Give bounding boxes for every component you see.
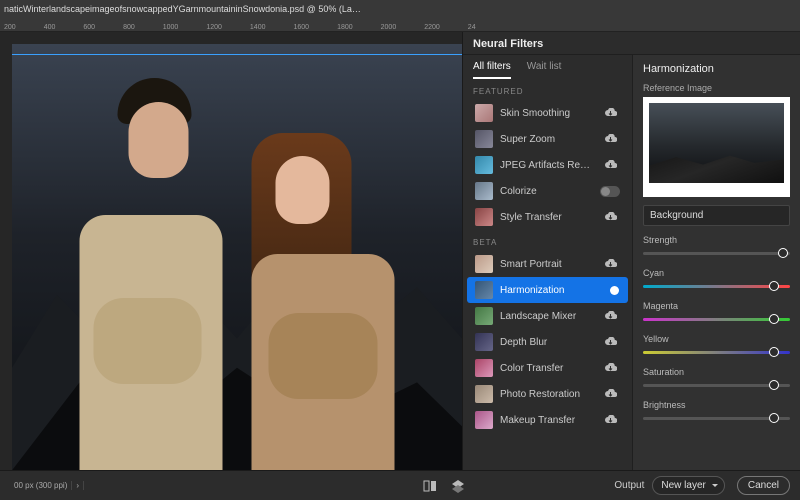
neural-filters-panel: Neural Filters All filters Wait list Fea…	[462, 32, 800, 470]
filter-smart-portrait[interactable]: Smart Portrait	[467, 251, 628, 277]
filter-label: Colorize	[500, 186, 593, 197]
filter-color-transfer[interactable]: Color Transfer	[467, 355, 628, 381]
filter-label: JPEG Artifacts Removal	[500, 160, 593, 171]
filter-label: Photo Restoration	[500, 389, 593, 400]
person-male	[62, 78, 238, 470]
filter-detail-column: Harmonization Reference Image Background…	[633, 55, 800, 470]
canvas-image	[12, 44, 462, 470]
cancel-button[interactable]: Cancel	[737, 476, 790, 495]
filter-label: Super Zoom	[500, 134, 593, 145]
download-cloud-icon[interactable]	[600, 259, 620, 269]
filter-makeup-transfer[interactable]: Makeup Transfer	[467, 407, 628, 433]
ruler-mark: 400	[44, 24, 56, 31]
download-cloud-icon[interactable]	[600, 134, 620, 144]
filter-style-transfer[interactable]: Style Transfer	[467, 204, 628, 230]
filter-depth-blur[interactable]: Depth Blur	[467, 329, 628, 355]
slider-label-saturation: Saturation	[643, 367, 790, 377]
download-cloud-icon[interactable]	[600, 108, 620, 118]
download-cloud-icon[interactable]	[600, 212, 620, 222]
filters-column: All filters Wait list Featured Skin Smoo…	[463, 55, 633, 470]
ruler-mark: 2000	[381, 24, 397, 31]
filter-label: Color Transfer	[500, 363, 593, 374]
slider-label-strength: Strength	[643, 235, 790, 245]
filter-skin-smoothing[interactable]: Skin Smoothing	[467, 100, 628, 126]
slider-yellow[interactable]	[643, 346, 790, 358]
filter-landscape-mixer[interactable]: Landscape Mixer	[467, 303, 628, 329]
reference-image-label: Reference Image	[643, 83, 790, 93]
tab-wait-list[interactable]: Wait list	[527, 61, 562, 79]
output-select[interactable]: New layer	[652, 476, 724, 495]
ruler-mark: 600	[83, 24, 95, 31]
slider-strength[interactable]	[643, 247, 790, 259]
ruler-mark: 2200	[424, 24, 440, 31]
document-tab[interactable]: naticWinterlandscapeimageofsnowcappedYGa…	[4, 4, 364, 14]
filter-label: Harmonization	[500, 285, 593, 296]
output-label: Output	[614, 480, 644, 491]
filter-colorize[interactable]: Colorize	[467, 178, 628, 204]
download-cloud-icon[interactable]	[600, 389, 620, 399]
section-featured: Featured	[463, 79, 632, 100]
slider-label-magenta: Magenta	[643, 301, 790, 311]
slider-label-yellow: Yellow	[643, 334, 790, 344]
slider-label-cyan: Cyan	[643, 268, 790, 278]
slider-cyan[interactable]	[643, 280, 790, 292]
status-chevron[interactable]: ›	[72, 481, 84, 490]
status-dimensions: 00 px (300 ppi)	[10, 481, 72, 490]
horizontal-ruler: 200 400 600 800 1000 1200 1400 1600 1800…	[0, 18, 800, 32]
document-tab-bar: naticWinterlandscapeimageofsnowcappedYGa…	[0, 0, 800, 18]
canvas-area[interactable]	[0, 32, 462, 470]
filter-super-zoom[interactable]: Super Zoom	[467, 126, 628, 152]
ruler-mark: 1400	[250, 24, 266, 31]
download-cloud-icon[interactable]	[600, 415, 620, 425]
ruler-mark: 24	[468, 24, 476, 31]
slider-label-brightness: Brightness	[643, 400, 790, 410]
ruler-mark: 200	[4, 24, 16, 31]
slider-brightness[interactable]	[643, 412, 790, 424]
ruler-mark: 1000	[163, 24, 179, 31]
panel-title: Neural Filters	[463, 32, 800, 55]
filter-label: Style Transfer	[500, 212, 593, 223]
filter-photo-restoration[interactable]: Photo Restoration	[467, 381, 628, 407]
download-cloud-icon[interactable]	[600, 160, 620, 170]
filter-toggle[interactable]	[600, 285, 620, 296]
filter-harmonization[interactable]: Harmonization	[467, 277, 628, 303]
filter-label: Depth Blur	[500, 337, 593, 348]
footer-bar: 00 px (300 ppi) › Output New layer Cance…	[0, 470, 800, 500]
ruler-mark: 1200	[206, 24, 222, 31]
slider-saturation[interactable]	[643, 379, 790, 391]
filter-jpeg-artifacts-removal[interactable]: JPEG Artifacts Removal	[467, 152, 628, 178]
filter-toggle[interactable]	[600, 186, 620, 197]
section-beta: Beta	[463, 230, 632, 251]
filter-label: Skin Smoothing	[500, 108, 593, 119]
detail-title: Harmonization	[643, 63, 790, 75]
guide-line[interactable]	[12, 54, 462, 55]
foreground-subjects	[62, 78, 413, 470]
download-cloud-icon[interactable]	[600, 363, 620, 373]
before-after-icon[interactable]	[423, 479, 437, 493]
reference-layer-select[interactable]: Background	[643, 205, 790, 226]
download-cloud-icon[interactable]	[600, 311, 620, 321]
ruler-mark: 1600	[293, 24, 309, 31]
tab-all-filters[interactable]: All filters	[473, 61, 511, 79]
ruler-mark: 800	[123, 24, 135, 31]
ruler-mark: 1800	[337, 24, 353, 31]
filter-label: Smart Portrait	[500, 259, 593, 270]
reference-image-thumb[interactable]	[643, 97, 790, 197]
person-female	[237, 78, 413, 470]
filter-label: Landscape Mixer	[500, 311, 593, 322]
filter-label: Makeup Transfer	[500, 415, 593, 426]
slider-magenta[interactable]	[643, 313, 790, 325]
download-cloud-icon[interactable]	[600, 337, 620, 347]
layers-icon[interactable]	[451, 479, 465, 493]
